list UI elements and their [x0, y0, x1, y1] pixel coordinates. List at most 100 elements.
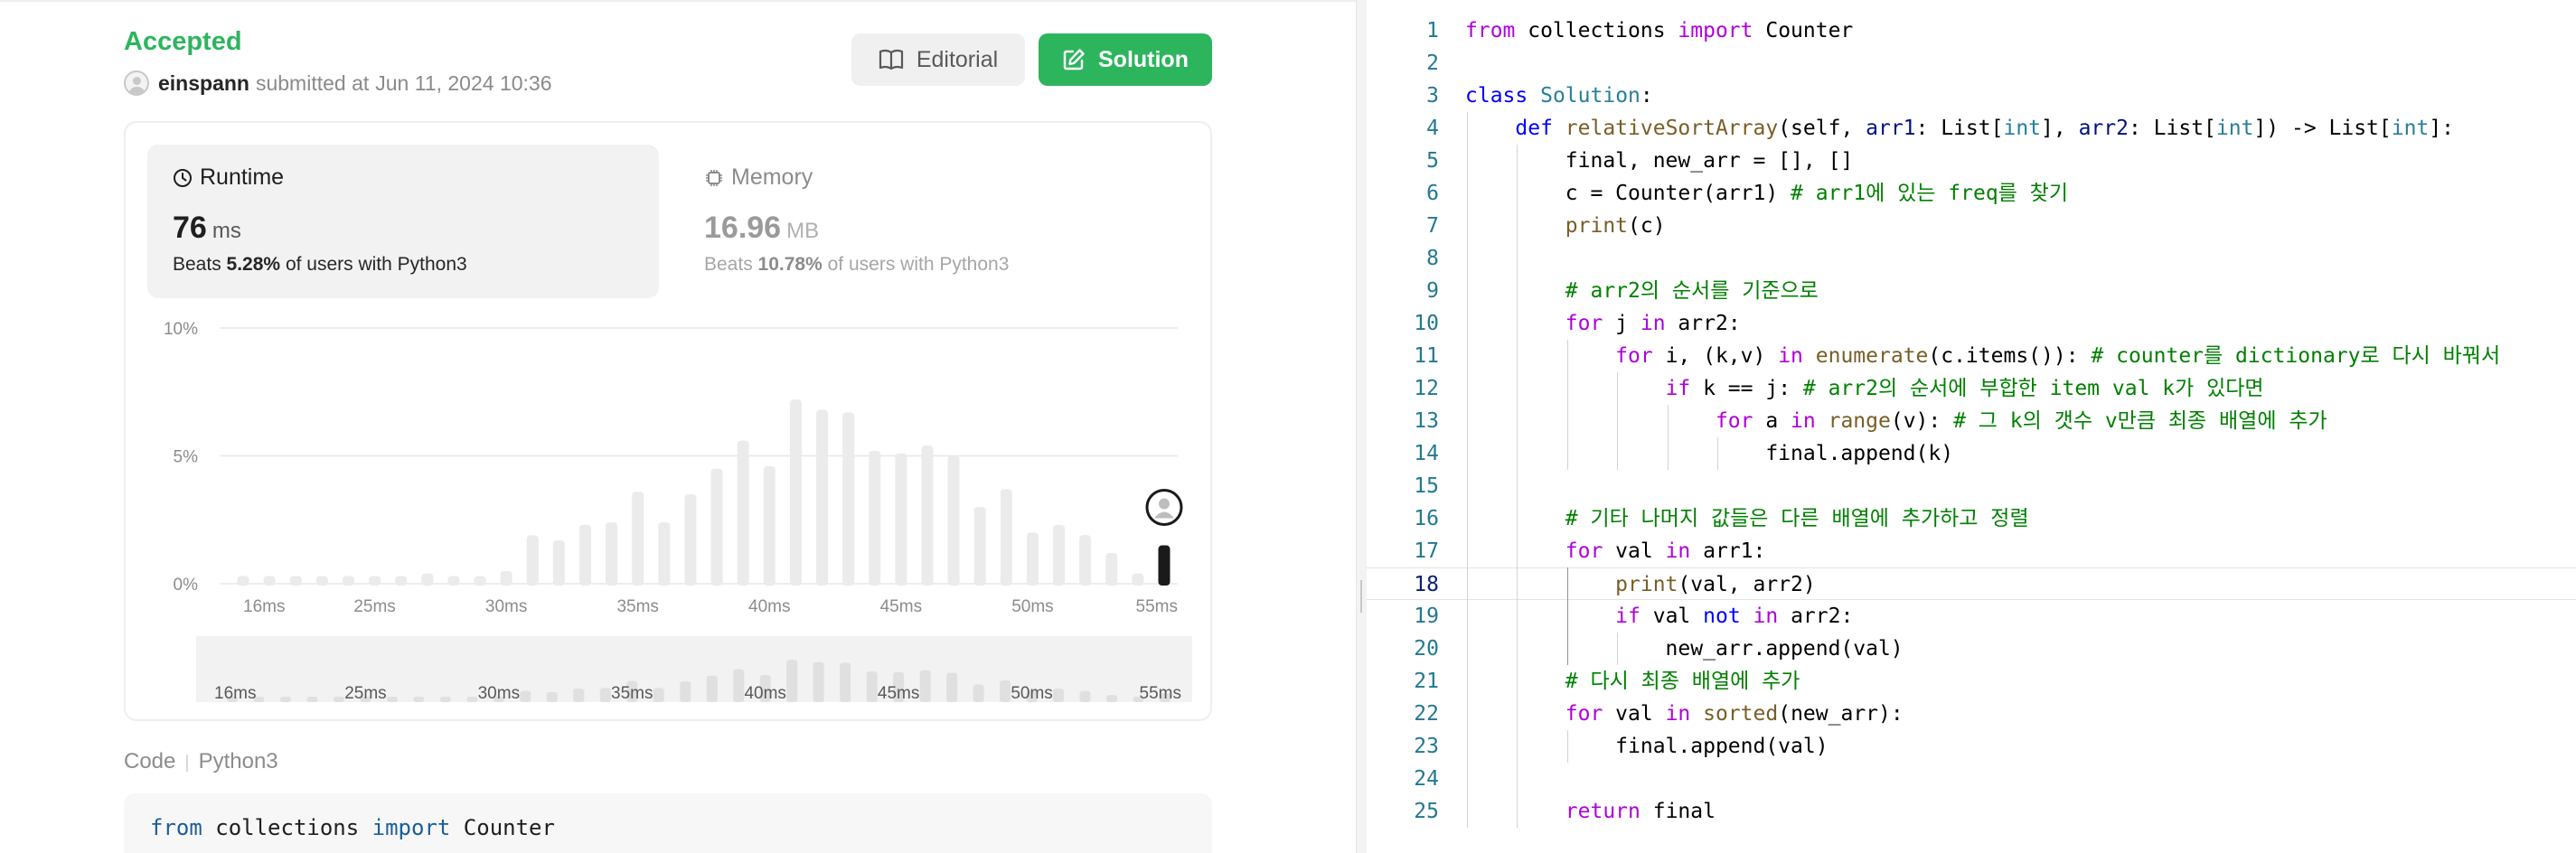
code-text: for val in sorted(new_arr):	[1465, 698, 1904, 730]
code-text: final, new_arr = [], []	[1465, 145, 1854, 177]
code-token: # 그 k의 갯수 v만큼 최종 배열에 추가	[1953, 409, 2327, 433]
editor-line[interactable]: 4 def relativeSortArray(self, arr1: List…	[1367, 112, 2576, 145]
code-token: (self,	[1778, 117, 1866, 140]
chart-overview-bar	[546, 691, 558, 702]
chart-overview-bar	[386, 697, 398, 702]
code-text: def relativeSortArray(self, arr1: List[i…	[1465, 112, 2454, 145]
editor-line[interactable]: 18 print(val, arr2)	[1367, 567, 2576, 600]
code-token: final.append(k)	[1465, 442, 1954, 465]
panel-resize-handle[interactable]	[1360, 580, 1362, 613]
code-token: i, (k,v)	[1652, 344, 1779, 368]
chart-overview-tick-label: 30ms	[478, 684, 520, 703]
code-token: Solution	[1540, 84, 1641, 108]
code-text: for a in range(v): # 그 k의 갯수 v만큼 최종 배열에 …	[1465, 405, 2327, 437]
code-token: in	[1640, 312, 1666, 335]
editor-line[interactable]: 17 for val in arr1:	[1367, 535, 2576, 567]
editor-line[interactable]: 13 for a in range(v): # 그 k의 갯수 v만큼 최종 배…	[1367, 405, 2576, 437]
editor-line[interactable]: 9 # arr2의 순서를 기준으로	[1367, 275, 2576, 307]
editor-line[interactable]: 22 for val in sorted(new_arr):	[1367, 698, 2576, 730]
editor-line[interactable]: 7 print(c)	[1367, 210, 2576, 242]
user-avatar-icon[interactable]	[124, 70, 149, 96]
editor-line[interactable]: 10 for j in arr2:	[1367, 307, 2576, 340]
editorial-button[interactable]: Editorial	[851, 33, 1025, 86]
code-token: relativeSortArray	[1565, 117, 1779, 140]
editor-line[interactable]: 25 return final	[1367, 795, 2576, 828]
editor-line[interactable]: 6 c = Counter(arr1) # arr1에 있는 freq를 찾기	[1367, 177, 2576, 210]
chart-bar	[606, 522, 618, 586]
editor-line[interactable]: 21 # 다시 최종 배열에 추가	[1367, 665, 2576, 698]
line-number: 23	[1414, 735, 1439, 758]
chart-bar	[395, 576, 408, 586]
code-token: (val, arr2)	[1678, 573, 1816, 596]
chart-x-tick-label: 35ms	[616, 597, 658, 616]
your-runtime-avatar-icon[interactable]	[1145, 489, 1183, 527]
code-token: arr2:	[1665, 312, 1741, 335]
chart-bar	[421, 573, 434, 586]
chart-overview-tick-label: 50ms	[1011, 684, 1052, 703]
editor-line[interactable]: 12 if k == j: # arr2의 순서에 부합한 item val k…	[1367, 372, 2576, 405]
chart-bar	[500, 570, 512, 586]
chart-bar	[1079, 535, 1092, 586]
code-text: if k == j: # arr2의 순서에 부합한 item val k가 있…	[1465, 372, 2264, 405]
chart-x-tick-label: 55ms	[1136, 597, 1178, 616]
editor-line[interactable]: 16 # 기타 나머지 값들은 다른 배열에 추가하고 정렬	[1367, 502, 2576, 535]
editor-line[interactable]: 23 final.append(val)	[1367, 730, 2576, 763]
username-link[interactable]: einspann	[158, 71, 249, 96]
chart-overview-bar	[599, 688, 611, 702]
line-number: 20	[1414, 637, 1439, 661]
solution-button[interactable]: Solution	[1039, 33, 1212, 86]
chart-bar	[447, 576, 460, 586]
code-token: import	[371, 815, 451, 840]
indent-guide	[1617, 372, 1619, 470]
submission-panel: Accepted einspann submitted at Jun 11, 2…	[0, 0, 1356, 853]
runtime-distribution-chart[interactable]: 10% 5% 0% 16ms 25ms 30ms 35ms 40ms 45ms 50ms 55ms 1…	[126, 123, 1214, 723]
code-token: enumerate	[1815, 344, 1929, 368]
code-text: class Solution:	[1465, 80, 1653, 112]
editor-line[interactable]: 24	[1367, 763, 2576, 795]
line-number: 12	[1414, 377, 1439, 400]
line-number: 17	[1414, 539, 1439, 563]
code-token: k == j:	[1690, 377, 1803, 400]
code-token: # arr2의 순서를 기준으로	[1565, 279, 1819, 303]
code-token: for	[1565, 702, 1603, 726]
code-label: Code	[124, 749, 176, 773]
code-token: val	[1640, 605, 1704, 628]
code-token: j	[1603, 312, 1641, 335]
chart-overview-bar	[1000, 680, 1011, 702]
code-token: return	[1565, 800, 1641, 823]
code-editor[interactable]: 1 from collections import Counter 2 3 class …	[1367, 0, 2576, 853]
code-token: in	[1778, 344, 1803, 368]
editor-line[interactable]: 5 final, new_arr = [], []	[1367, 145, 2576, 177]
chart-overview-bar	[706, 675, 718, 702]
panel-divider[interactable]	[1356, 0, 1367, 853]
chart-bar	[869, 450, 881, 586]
code-token: (new_arr):	[1778, 702, 1904, 726]
code-text: for val in arr1:	[1465, 535, 1766, 567]
editor-line[interactable]: 8	[1367, 242, 2576, 275]
editor-line[interactable]: 20 new_arr.append(val)	[1367, 633, 2576, 665]
chart-bar	[315, 576, 328, 586]
line-number: 22	[1414, 702, 1439, 726]
chart-overview-bar	[946, 672, 958, 702]
indent-guide	[1617, 633, 1619, 665]
editor-line[interactable]: 19 if val not in arr2:	[1367, 600, 2576, 633]
code-token: # 다시 최종 배열에 추가	[1565, 670, 1800, 693]
editor-line[interactable]: 11 for i, (k,v) in enumerate(c.items()):…	[1367, 340, 2576, 372]
chart-bar	[1105, 553, 1118, 586]
editor-line[interactable]: 1 from collections import Counter	[1367, 14, 2576, 47]
editor-line[interactable]: 15	[1367, 470, 2576, 502]
code-text: for i, (k,v) in enumerate(c.items()): # …	[1465, 340, 2500, 372]
editor-line[interactable]: 2	[1367, 47, 2576, 80]
editor-line[interactable]: 14 final.append(k)	[1367, 437, 2576, 470]
chart-bar	[710, 468, 723, 586]
code-token: for	[1565, 539, 1603, 563]
code-text: return final	[1465, 795, 1716, 828]
editor-line[interactable]: 3 class Solution:	[1367, 80, 2576, 112]
chart-bar	[737, 440, 749, 586]
